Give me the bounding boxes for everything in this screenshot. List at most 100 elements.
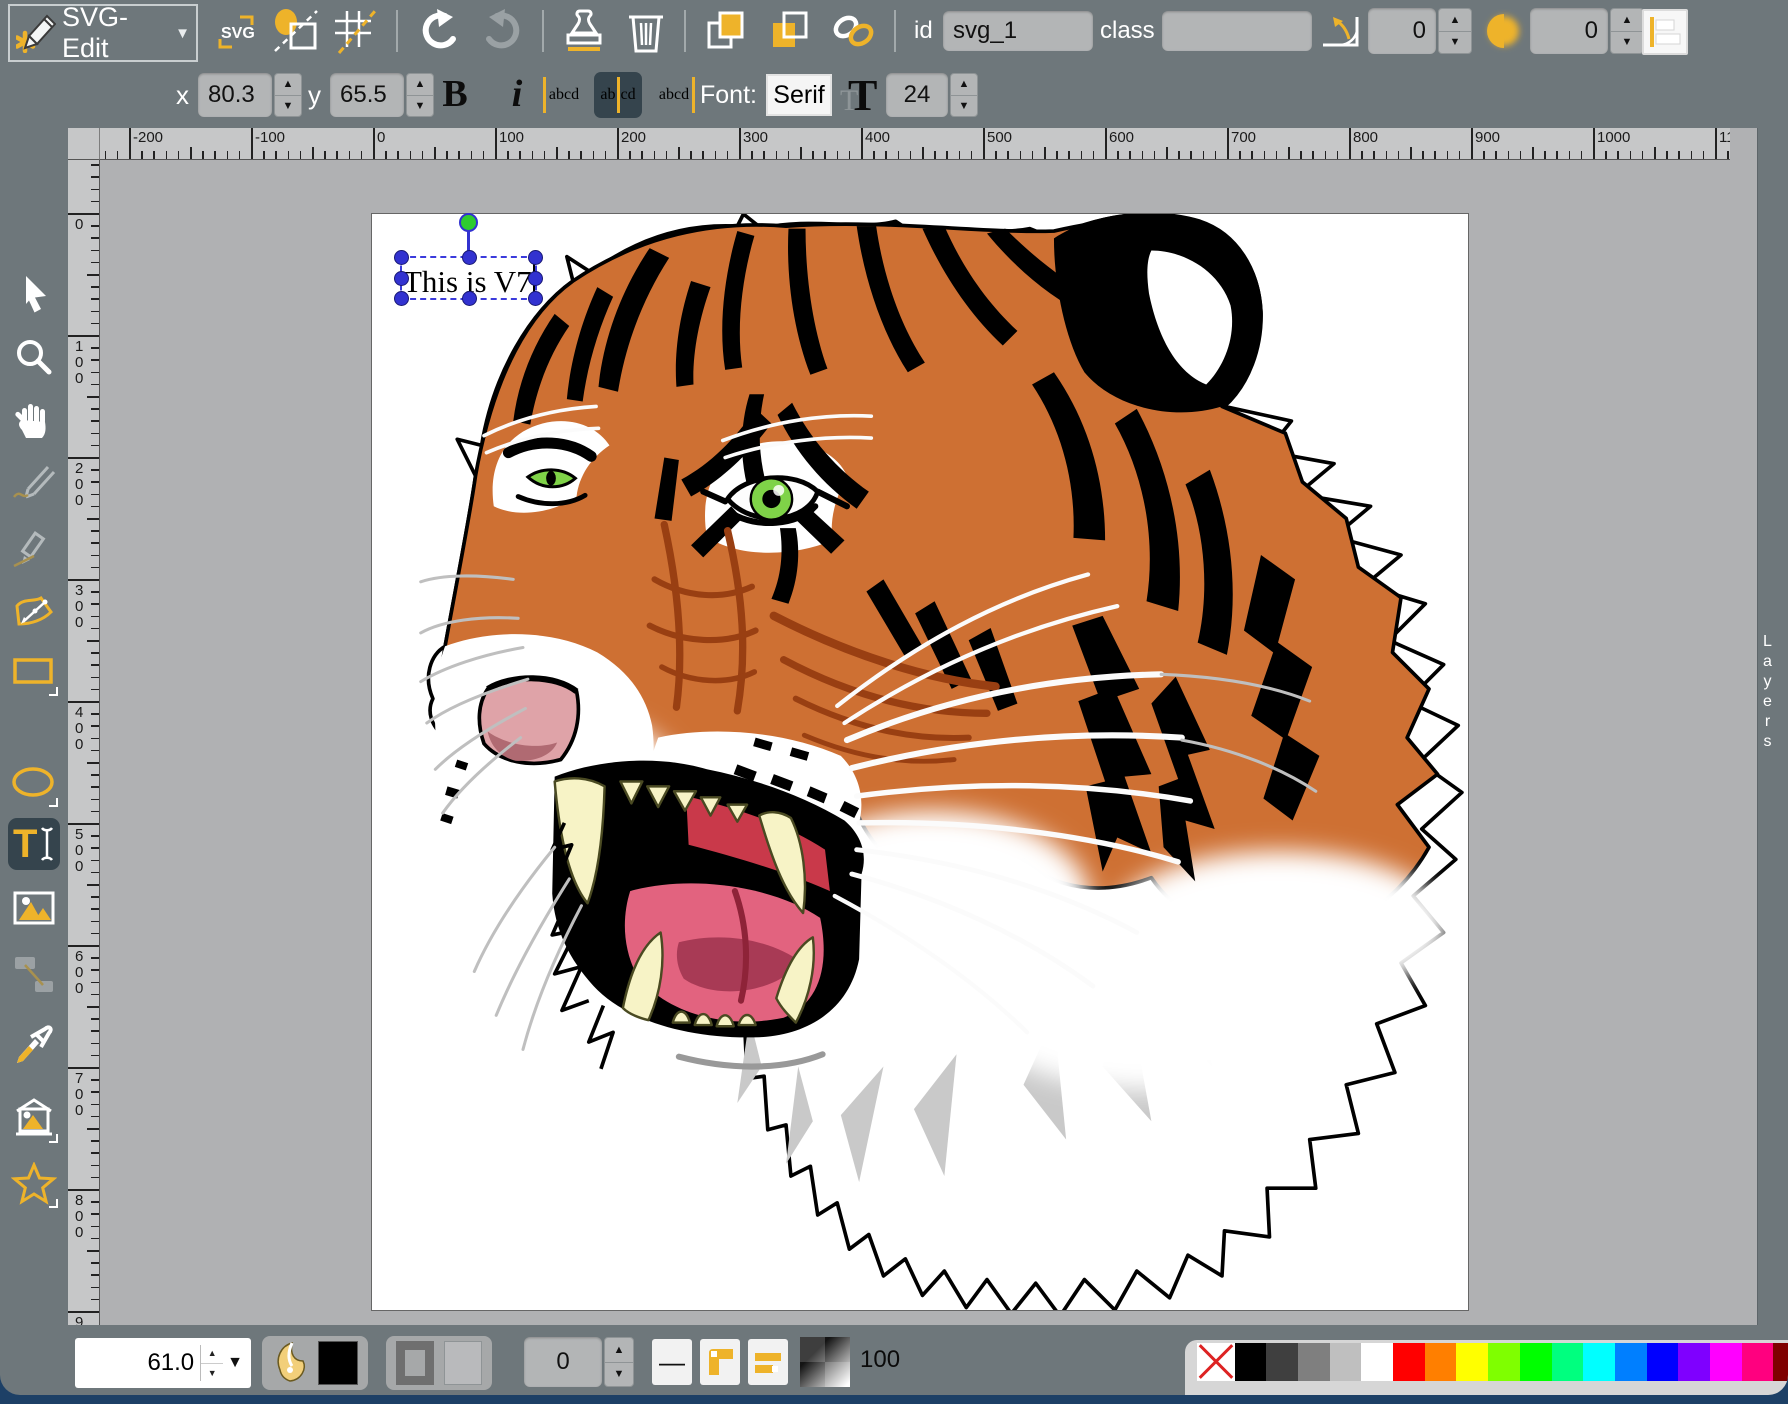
spinner-up-icon[interactable]: ▲	[951, 74, 977, 96]
resize-handle-n[interactable]	[462, 250, 477, 265]
fill-color-swatch[interactable]	[318, 1341, 358, 1385]
tiger-artwork[interactable]	[372, 214, 1468, 1310]
source-editor-button[interactable]: SVG	[210, 7, 262, 55]
spinner-up-icon[interactable]: ▲	[605, 1338, 633, 1363]
main-menu-button[interactable]: SVG-Edit ▼	[8, 4, 198, 62]
resize-handle-se[interactable]	[528, 291, 543, 306]
palette-swatch-7f7f7f[interactable]	[1298, 1343, 1330, 1381]
palette-swatch-ff0000[interactable]	[1393, 1343, 1425, 1381]
stroke-linejoin-button[interactable]	[700, 1339, 740, 1385]
spinner-down-icon[interactable]: ▼	[951, 96, 977, 117]
stroke-dash-button[interactable]: —	[652, 1339, 692, 1385]
tool-path[interactable]	[8, 587, 60, 639]
font-size-input[interactable]: 24	[886, 73, 948, 117]
spinner-down-icon[interactable]: ▼	[605, 1363, 633, 1387]
spinner-down-icon[interactable]: ▼	[275, 96, 301, 117]
resize-handle-ne[interactable]	[528, 250, 543, 265]
angle-input[interactable]: 0	[1368, 8, 1436, 54]
spinner-down-icon[interactable]: ▼	[201, 1364, 223, 1384]
stroke-linecap-button[interactable]	[748, 1339, 788, 1385]
stroke-width-input[interactable]: 0	[524, 1337, 602, 1387]
zoom-spinner[interactable]: ▲▼	[201, 1343, 223, 1383]
spinner-down-icon[interactable]: ▼	[1439, 32, 1471, 54]
spinner-up-icon[interactable]: ▲	[275, 74, 301, 96]
resize-handle-s[interactable]	[462, 291, 477, 306]
blur-input[interactable]: 0	[1530, 8, 1608, 54]
font-size-spinner[interactable]: ▲▼	[950, 73, 978, 117]
spinner-up-icon[interactable]: ▲	[407, 74, 433, 96]
tool-eyedropper[interactable]	[8, 1016, 60, 1068]
make-link-button[interactable]	[828, 7, 880, 55]
x-input[interactable]: 80.3	[198, 73, 272, 117]
bold-button[interactable]: B	[432, 70, 478, 118]
resize-handle-w[interactable]	[394, 271, 409, 286]
angle-spinner[interactable]: ▲▼	[1438, 8, 1472, 54]
palette-swatch-00ff7f[interactable]	[1552, 1343, 1584, 1381]
palette-swatch-ff007f[interactable]	[1742, 1343, 1774, 1381]
palette-swatch-3f3f3f[interactable]	[1266, 1343, 1298, 1381]
palette-swatch-00ffff[interactable]	[1583, 1343, 1615, 1381]
palette-swatch-7f00ff[interactable]	[1678, 1343, 1710, 1381]
tool-line[interactable]	[8, 522, 60, 574]
palette-swatch-00ff00[interactable]	[1520, 1343, 1552, 1381]
tool-select[interactable]	[8, 269, 60, 321]
move-to-top-button[interactable]	[700, 7, 752, 55]
palette-swatch-7fff00[interactable]	[1488, 1343, 1520, 1381]
blur-spinner[interactable]: ▲▼	[1610, 8, 1644, 54]
text-anchor-middle-button[interactable]: abcd	[594, 72, 642, 118]
image-library-button[interactable]	[270, 7, 322, 55]
rotate-handle[interactable]	[459, 213, 478, 232]
x-spinner[interactable]: ▲▼	[274, 73, 302, 117]
palette-swatch-000000[interactable]	[1235, 1343, 1267, 1381]
resize-handle-sw[interactable]	[394, 291, 409, 306]
resize-handle-nw[interactable]	[394, 250, 409, 265]
spinner-down-icon[interactable]: ▼	[1611, 32, 1643, 54]
tool-text[interactable]: T	[8, 818, 60, 870]
id-input[interactable]: svg_1	[943, 11, 1093, 51]
class-input[interactable]	[1162, 11, 1312, 51]
zoom-control[interactable]: 61.0 ▲▼ ▼	[75, 1338, 251, 1388]
spinner-down-icon[interactable]: ▼	[407, 96, 433, 117]
group-opacity-icon[interactable]	[800, 1337, 850, 1387]
tool-pan[interactable]	[8, 395, 60, 447]
palette-swatch-bfbfbf[interactable]	[1330, 1343, 1362, 1381]
italic-button[interactable]: i	[494, 70, 540, 118]
palette-swatch-ff7f00[interactable]	[1425, 1343, 1457, 1381]
delete-button[interactable]	[620, 7, 672, 55]
move-to-bottom-button[interactable]	[764, 7, 816, 55]
stroke-color-swatch[interactable]	[444, 1341, 482, 1385]
tool-rectangle[interactable]	[8, 646, 60, 698]
y-input[interactable]: 65.5	[330, 73, 404, 117]
palette-swatch-ffffff[interactable]	[1361, 1343, 1393, 1381]
resize-handle-e[interactable]	[528, 271, 543, 286]
palette-swatch-none[interactable]	[1197, 1343, 1235, 1381]
layers-panel-tab[interactable]: Layers	[1757, 128, 1788, 1325]
stroke-width-spinner[interactable]: ▲▼	[604, 1337, 634, 1387]
align-left-button[interactable]	[1642, 9, 1688, 55]
font-family-button[interactable]: Serif	[766, 74, 832, 116]
tool-zoom[interactable]	[8, 332, 60, 384]
tool-star[interactable]	[8, 1158, 60, 1210]
spinner-up-icon[interactable]: ▲	[1611, 9, 1643, 32]
text-anchor-start-button[interactable]: abcd	[540, 72, 588, 118]
palette-swatch-007fff[interactable]	[1615, 1343, 1647, 1381]
palette-swatch-ff00ff[interactable]	[1710, 1343, 1742, 1381]
tool-connector[interactable]	[8, 948, 60, 1000]
spinner-up-icon[interactable]: ▲	[201, 1343, 223, 1364]
spinner-up-icon[interactable]: ▲	[1439, 9, 1471, 32]
tool-pencil[interactable]	[8, 457, 60, 509]
palette-swatch-7f0000[interactable]	[1773, 1343, 1788, 1381]
svg-page[interactable]	[371, 213, 1469, 1311]
undo-button[interactable]	[412, 7, 464, 55]
clone-button[interactable]	[558, 7, 610, 55]
redo-button[interactable]	[478, 7, 530, 55]
palette-swatch-ffff00[interactable]	[1456, 1343, 1488, 1381]
canvas-workspace[interactable]: -200-10001002003004005006007008009001000…	[68, 128, 1757, 1325]
tool-shape-library[interactable]	[8, 1093, 60, 1145]
tool-image[interactable]	[8, 882, 60, 934]
text-anchor-end-button[interactable]: abcd	[650, 72, 698, 118]
tool-ellipse[interactable]	[8, 757, 60, 809]
palette-swatch-0000ff[interactable]	[1647, 1343, 1679, 1381]
y-spinner[interactable]: ▲▼	[406, 73, 434, 117]
grid-settings-button[interactable]	[330, 7, 382, 55]
